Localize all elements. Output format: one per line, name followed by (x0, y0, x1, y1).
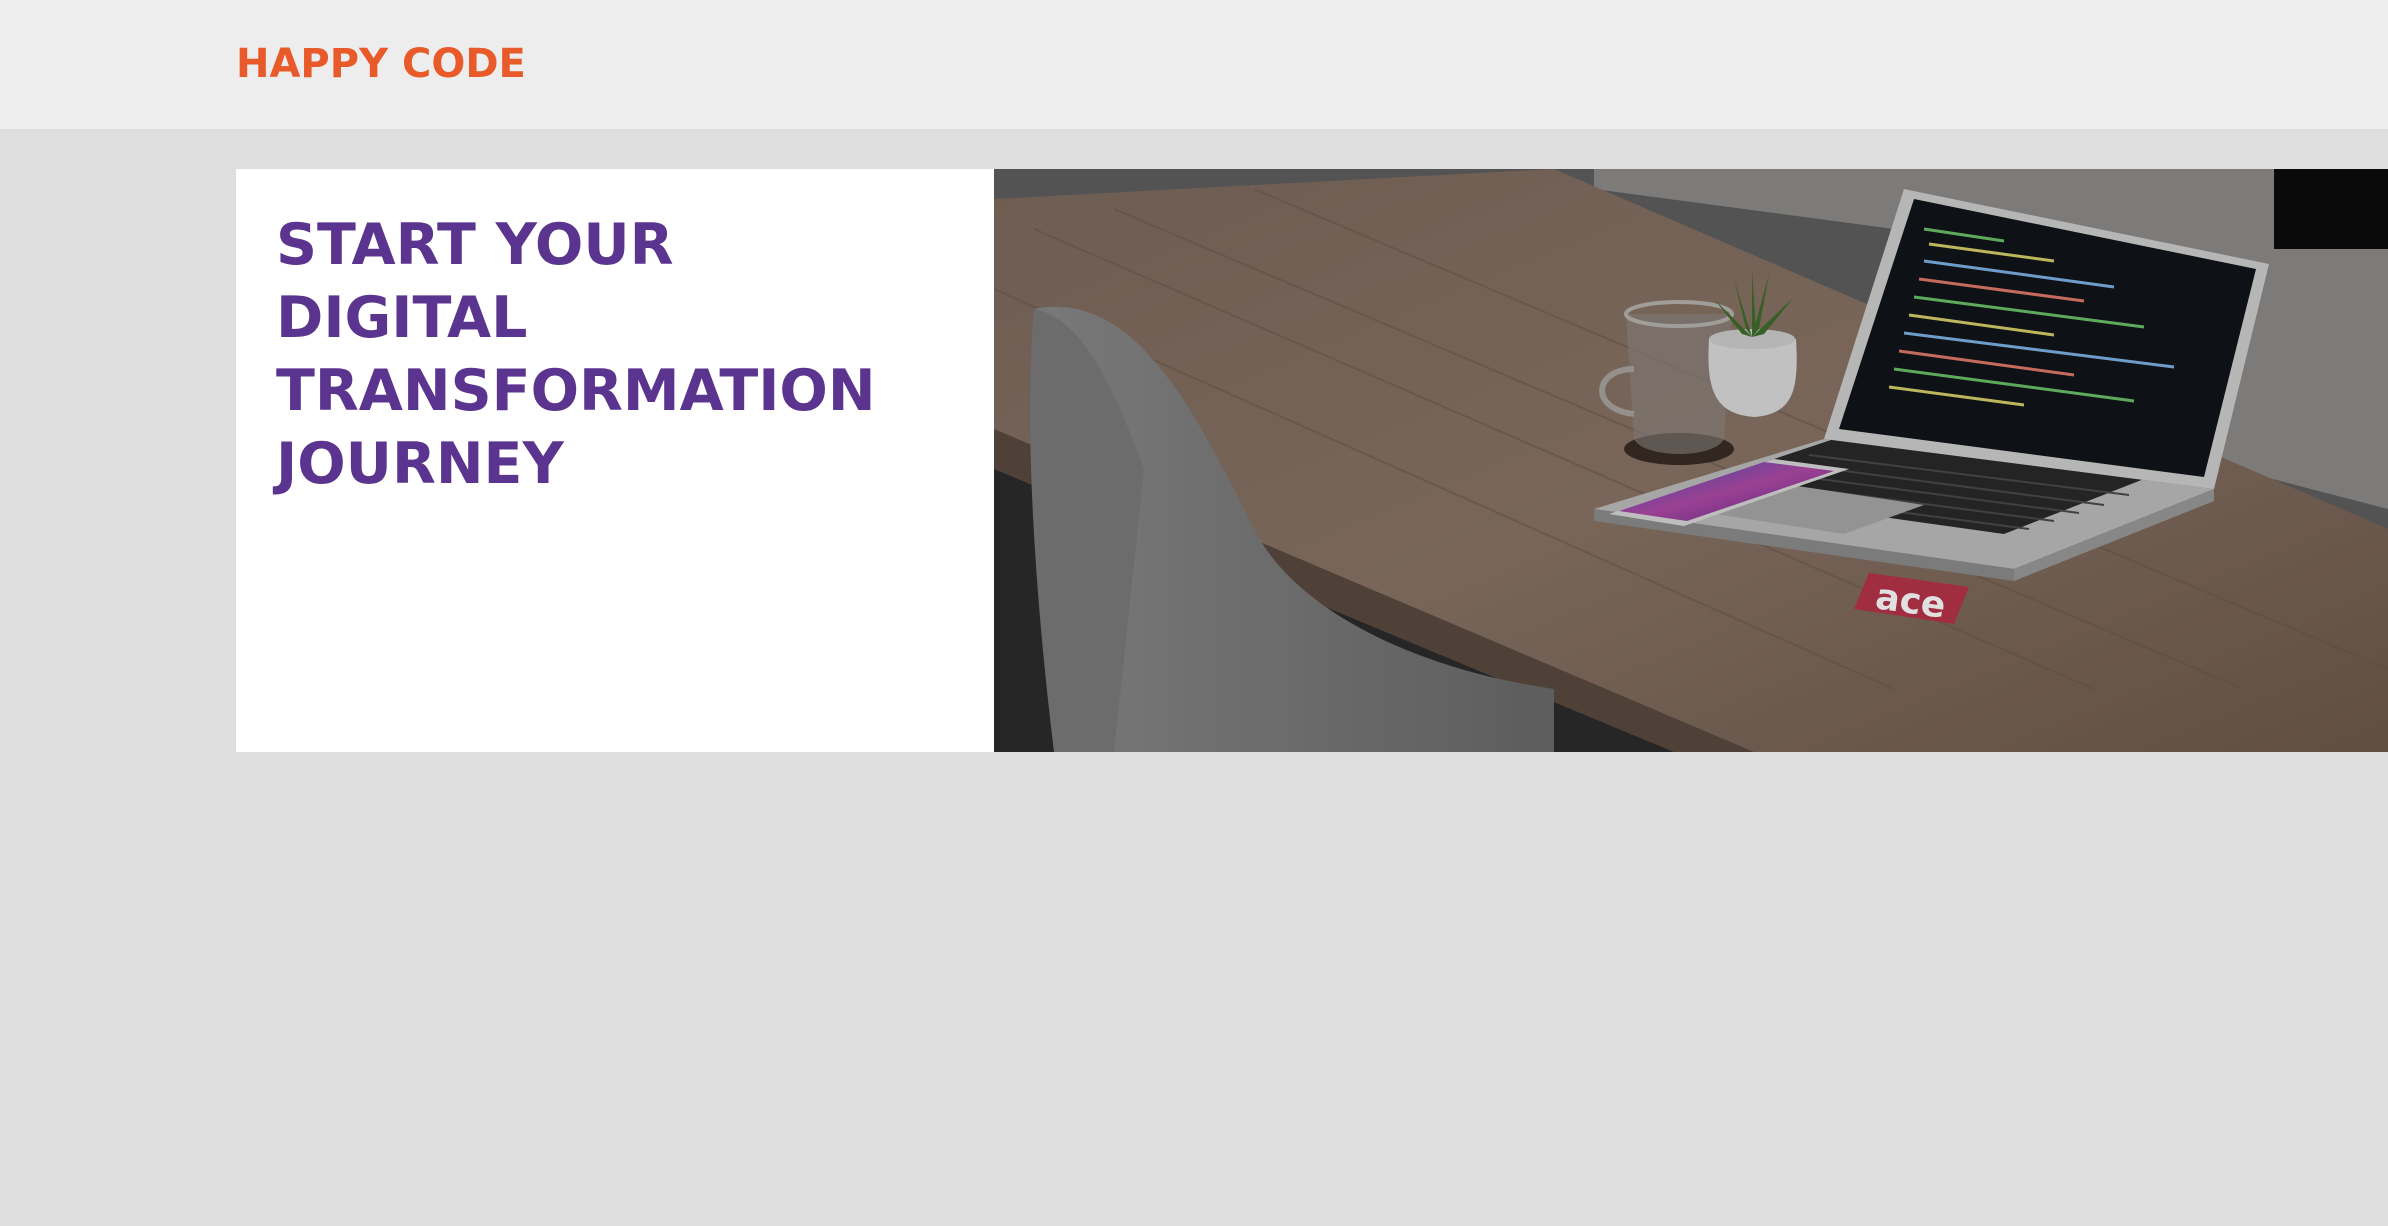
headline-line: DIGITAL (276, 285, 528, 351)
headline-line: START YOUR (276, 212, 674, 278)
site-logo[interactable]: HAPPY CODE (236, 40, 526, 88)
hero-image: ace (994, 169, 2388, 752)
hero-headline: START YOUR DIGITAL TRANSFORMATION JOURNE… (276, 209, 976, 501)
headline-line: JOURNEY (276, 431, 564, 497)
laptop-desk-illustration: ace (994, 169, 2388, 752)
headline-line: TRANSFORMATION (276, 358, 876, 424)
site-header: HAPPY CODE (0, 0, 2388, 129)
hero-banner: START YOUR DIGITAL TRANSFORMATION JOURNE… (236, 169, 2388, 752)
hero-text-panel: START YOUR DIGITAL TRANSFORMATION JOURNE… (236, 169, 994, 752)
